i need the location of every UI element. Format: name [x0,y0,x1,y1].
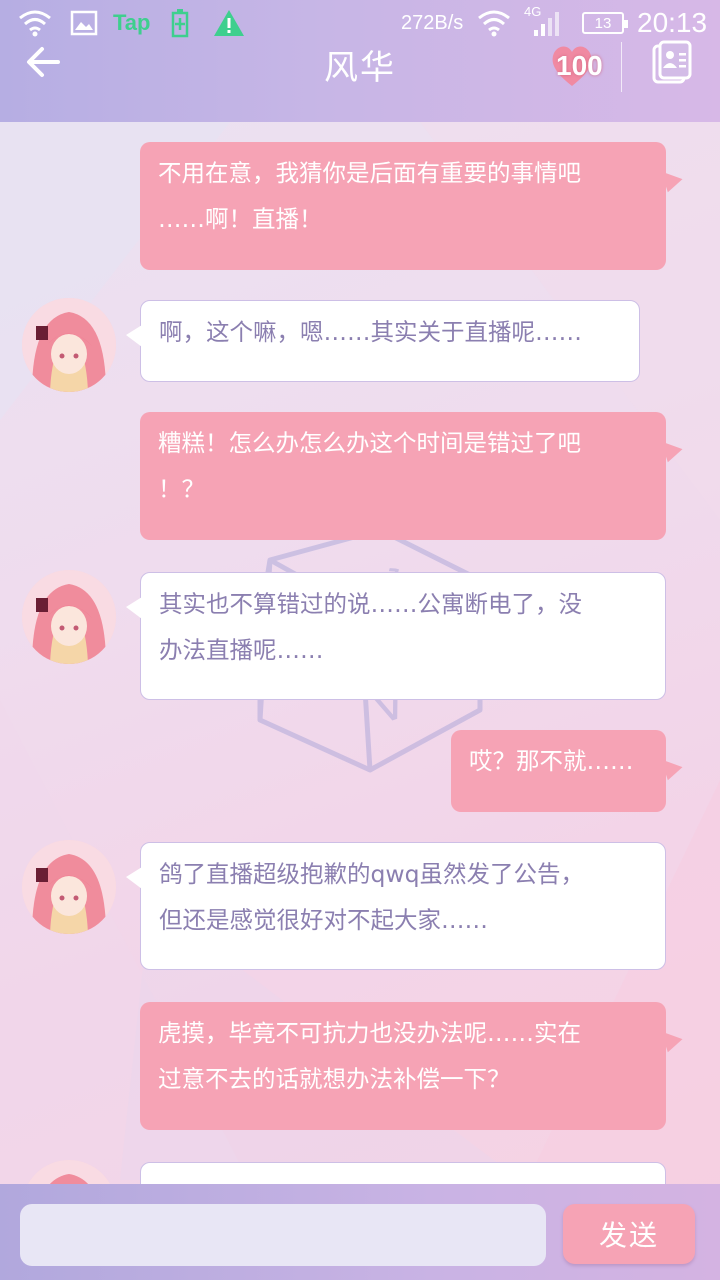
user-message-bubble[interactable]: 虎摸，毕竟不可抗力也没办法呢……实在 过意不去的话就想办法补偿一下？ [140,1002,685,1130]
signal-icon [530,6,566,40]
message-line: 但还是感觉很好对不起大家…… [159,906,488,934]
battery-icon: 13 [582,6,628,40]
bubble-tail [126,325,142,347]
bubble-tail [126,597,142,619]
bubble-tail [126,867,142,889]
message-line: 啊，这个嘛，嗯……其实关于直播呢…… [159,318,582,346]
heart-value: 100 [556,50,603,81]
wifi-icon [18,6,52,40]
message-line: 虎摸，毕竟不可抗力也没办法呢……实在 [158,1019,581,1047]
message-line: ！？ [158,475,205,503]
bot-message-bubble[interactable]: 啊，这个嘛，嗯……其实关于直播呢…… [126,300,640,382]
message-input[interactable] [20,1204,546,1266]
message-line: 不用在意，我猜你是后面有重要的事情吧 [158,159,581,187]
avatar[interactable] [22,298,116,392]
bubble-tail [661,753,685,781]
composer-bar: 发送 [0,1184,720,1280]
tap-app-label: Tap [113,10,151,35]
message-line: 其实也不算错过的说……公寓断电了，没 [159,590,582,618]
message-line: 过意不去的话就想办法补偿一下？ [158,1065,511,1093]
contact-card-icon [652,40,692,84]
message-line: 哎？那不就…… [469,747,634,775]
chat-message-list[interactable]: 不用在意，我猜你是后面有重要的事情吧 ……啊！直播！ 啊，这个嘛，嗯……其实关于… [0,122,720,1184]
image-icon [70,6,98,40]
warning-icon [212,6,246,40]
bubble-tail [661,165,685,193]
user-message-bubble[interactable]: 哎？那不就…… [451,730,685,812]
message-line: ……啊！直播！ [158,205,323,233]
user-message-bubble[interactable]: 不用在意，我猜你是后面有重要的事情吧 ……啊！直播！ [140,142,685,270]
header-divider [621,42,622,92]
avatar[interactable] [22,1160,116,1184]
message-line: 办法直播呢…… [159,636,324,664]
bot-message-bubble[interactable]: 其实也不算错过的说……公寓断电了，没 办法直播呢…… [126,572,666,700]
bot-message-bubble[interactable]: 鸽了直播超级抱歉的qwq虽然发了公告， 但还是感觉很好对不起大家…… [126,842,666,970]
clock: 20:13 [637,7,708,38]
top-bar: Tap 272B/s 4G 13 20:13 风华 100 [0,0,720,122]
message-line: 鸽了直播超级抱歉的qwq虽然发了公告， [159,860,585,888]
message-line: 糟糕！怎么办怎么办这个时间是错过了吧 [158,429,581,457]
wifi-data-icon [477,6,513,40]
bubble-tail [661,1025,685,1053]
send-button[interactable]: 发送 [563,1204,695,1264]
bot-message-bubble[interactable] [140,1162,666,1184]
net-speed: 272B/s [401,11,464,34]
contact-button[interactable] [648,40,694,86]
avatar[interactable] [22,840,116,934]
bubble-tail [661,435,685,463]
user-message-bubble[interactable]: 糟糕！怎么办怎么办这个时间是错过了吧 ！？ [140,412,685,540]
avatar[interactable] [22,570,116,664]
battery-charging-icon [170,6,190,40]
